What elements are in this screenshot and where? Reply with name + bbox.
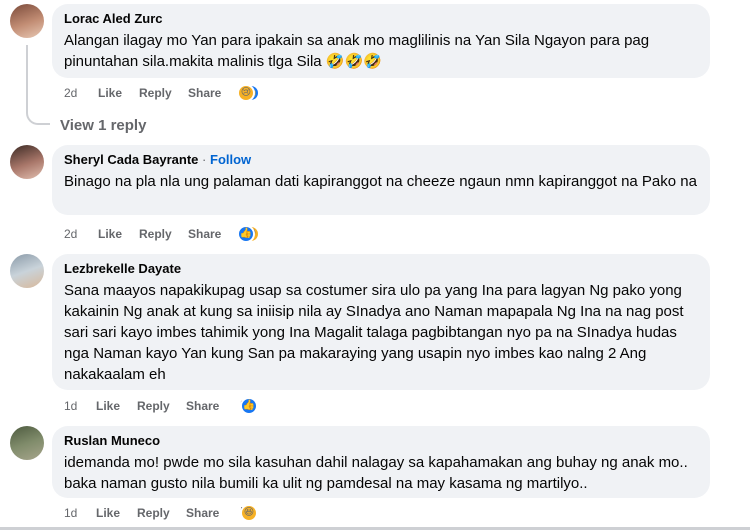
comment-text: Alangan ilagay mo Yan para ipakain sa an…	[64, 32, 650, 70]
comment-bubble: Ruslan Muneco idemanda mo! pwde mo sila …	[52, 426, 710, 498]
comment-text: idemanda mo! pwde mo sila kasuhan dahil …	[64, 454, 688, 492]
separator: ·	[202, 152, 207, 167]
avatar[interactable]	[10, 426, 44, 460]
reply-button[interactable]: Reply	[137, 506, 170, 520]
follow-button[interactable]: Follow	[210, 152, 251, 167]
comment-author[interactable]: Sheryl Cada Bayrante	[64, 152, 198, 167]
comment-bubble: Sheryl Cada Bayrante · Follow Binago na …	[52, 145, 710, 215]
reply-button[interactable]: Reply	[139, 227, 172, 241]
comment-time[interactable]: 1d	[64, 399, 77, 413]
sad-icon: 😢	[237, 84, 255, 102]
reply-button[interactable]: Reply	[139, 86, 172, 100]
comment-actions: 2d Like Reply Share 7 😆 👍	[64, 225, 304, 243]
comment-bubble: Lorac Aled Zurc Alangan ilagay mo Yan pa…	[52, 4, 710, 78]
reply-thread-line	[26, 45, 50, 125]
like-button[interactable]: Like	[98, 227, 122, 241]
view-replies-button[interactable]: View 1 reply	[60, 117, 146, 134]
like-button[interactable]: Like	[98, 86, 122, 100]
share-button[interactable]: Share	[188, 227, 221, 241]
comment-bubble: Lezbrekelle Dayate Sana maayos napakikup…	[52, 254, 710, 390]
comment-author[interactable]: Ruslan Muneco	[64, 433, 698, 449]
avatar[interactable]	[10, 254, 44, 288]
comment-time[interactable]: 2d	[64, 86, 77, 100]
comment-time[interactable]: 1d	[64, 506, 77, 520]
share-button[interactable]: Share	[186, 506, 219, 520]
share-button[interactable]: Share	[186, 399, 219, 413]
avatar[interactable]	[10, 145, 44, 179]
comment-author[interactable]: Lezbrekelle Dayate	[64, 261, 698, 277]
comment-actions: 1d Like Reply Share 5 😆	[64, 504, 304, 522]
like-button[interactable]: Like	[96, 506, 120, 520]
laugh-icon: 😆	[240, 504, 258, 522]
like-icon: 👍	[237, 225, 255, 243]
like-button[interactable]: Like	[96, 399, 120, 413]
share-button[interactable]: Share	[188, 86, 221, 100]
avatar[interactable]	[10, 4, 44, 38]
comment-author[interactable]: Lorac Aled Zurc	[64, 11, 698, 27]
comment-actions: 2d Like Reply Share 7 👍 😢	[64, 84, 304, 102]
comment-author-line: Sheryl Cada Bayrante · Follow	[64, 152, 698, 168]
comment-time[interactable]: 2d	[64, 227, 77, 241]
reply-button[interactable]: Reply	[137, 399, 170, 413]
comment-text: Binago na pla nla ung palaman dati kapir…	[64, 173, 697, 190]
comment-actions: 1d Like Reply Share 2 👍	[64, 397, 304, 415]
like-icon: 👍	[240, 397, 258, 415]
comment-text: Sana maayos napakikupag usap sa costumer…	[64, 282, 684, 383]
